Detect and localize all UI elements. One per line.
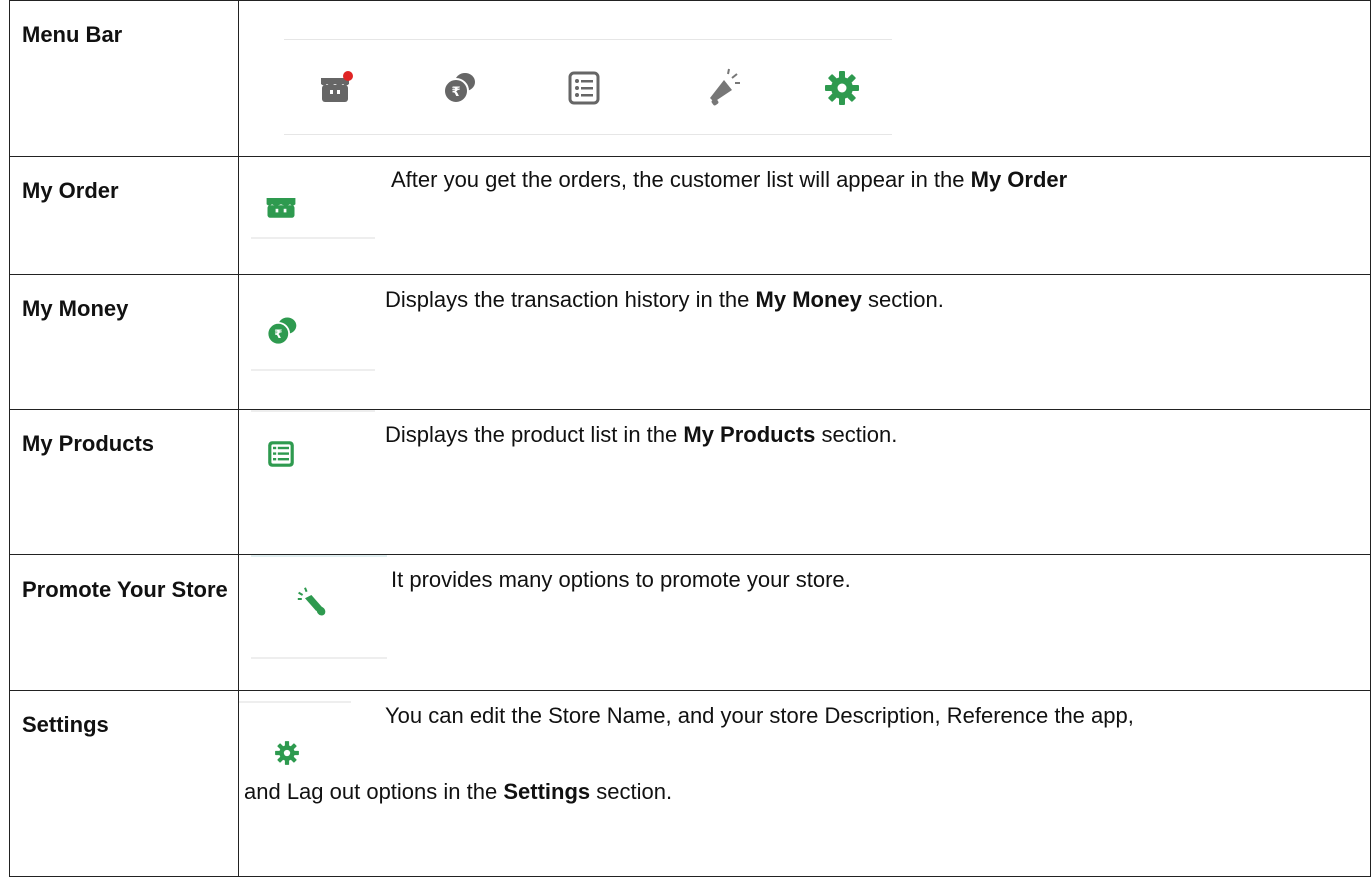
row-content: You can edit the Store Name, and your st… [238, 690, 1371, 877]
row-content: After you get the orders, the customer l… [238, 156, 1371, 275]
rupee-coins-icon[interactable]: ₹ [439, 68, 479, 108]
list-icon[interactable] [564, 68, 604, 108]
svg-text:₹: ₹ [274, 327, 282, 341]
rupee-coins-icon: ₹ [266, 317, 297, 346]
row-description: After you get the orders, the customer l… [391, 167, 1068, 192]
row-my-products: My Products Displays the product list in… [9, 409, 1371, 555]
row-label: Settings [9, 690, 239, 877]
icon-tile [239, 691, 351, 765]
icon-tile [251, 179, 375, 239]
row-settings: Settings You can edit the Store Name, an… [9, 690, 1371, 877]
row-my-order: My Order After you get the orders, the c… [9, 156, 1371, 275]
gear-icon [275, 741, 299, 765]
icon-tile [251, 555, 387, 659]
menu-bar: ₹ [284, 39, 892, 135]
row-label: Menu Bar [9, 0, 239, 157]
row-label: My Order [9, 156, 239, 275]
row-label: My Money [9, 274, 239, 410]
row-description-line2: and Lag out options in the Settings sect… [244, 779, 673, 804]
row-label: Promote Your Store [9, 554, 239, 691]
menu-bar-cell: ₹ [238, 0, 1371, 157]
gear-icon[interactable] [822, 68, 862, 108]
row-menu-bar: Menu Bar ₹ [9, 0, 1371, 157]
store-icon [266, 198, 296, 218]
row-description-line1: You can edit the Store Name, and your st… [385, 703, 1134, 728]
list-icon [268, 441, 294, 467]
row-content: Displays the product list in the My Prod… [238, 409, 1371, 555]
megaphone-icon [297, 587, 326, 616]
row-promote-your-store: Promote Your Store It provides many opti… [9, 554, 1371, 691]
row-content: ₹ Displays the transaction history in th… [238, 274, 1371, 410]
row-my-money: My Money ₹ Displays the transaction hist… [9, 274, 1371, 410]
row-label: My Products [9, 409, 239, 555]
icon-tile: ₹ [251, 303, 375, 373]
feature-table: Menu Bar ₹ My Order After you get the or… [9, 0, 1371, 877]
row-description: Displays the product list in the My Prod… [385, 422, 898, 447]
megaphone-icon[interactable] [702, 68, 742, 108]
store-icon[interactable] [315, 68, 355, 108]
row-description: Displays the transaction history in the … [385, 287, 944, 312]
svg-text:₹: ₹ [451, 85, 460, 100]
row-content: It provides many options to promote your… [238, 554, 1371, 691]
row-description: It provides many options to promote your… [391, 567, 851, 592]
icon-tile [251, 410, 375, 470]
